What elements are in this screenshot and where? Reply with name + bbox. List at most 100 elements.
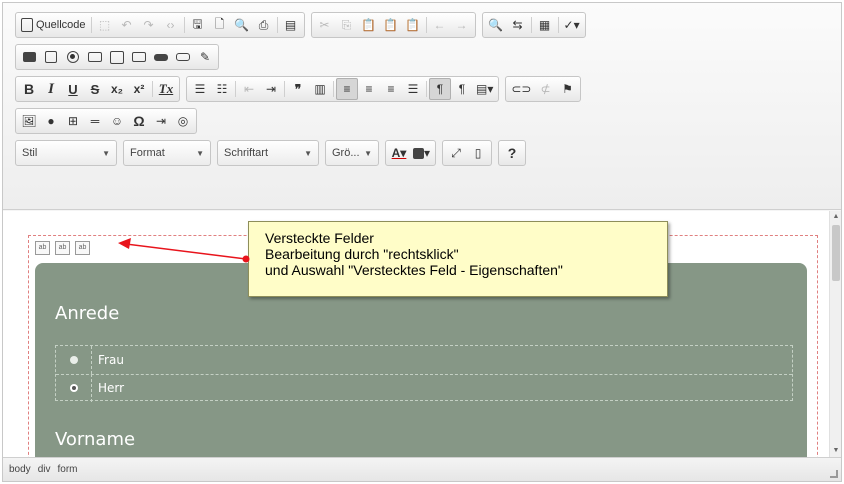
paste-icon[interactable]: 📋 (358, 14, 380, 36)
image-button-icon[interactable] (172, 46, 194, 68)
hidden-field-marker[interactable]: ab (55, 241, 70, 255)
save-icon[interactable]: 🖫 (187, 14, 209, 36)
font-combo-label: Schriftart (224, 147, 269, 159)
text-field-icon[interactable] (84, 46, 106, 68)
bold-button[interactable]: B (18, 78, 40, 100)
style-combo-label: Stil (22, 147, 38, 159)
smiley-icon[interactable]: ☺ (106, 110, 128, 132)
redo-icon[interactable]: → (451, 14, 473, 36)
size-combo[interactable]: Grö... ▼ (325, 140, 379, 166)
radio-herr[interactable] (69, 384, 78, 392)
align-left-icon[interactable]: ≡ (336, 78, 358, 100)
vertical-scrollbar[interactable]: ▲ ▼ (829, 211, 841, 457)
resize-handle-icon[interactable] (830, 470, 838, 478)
new-page-icon[interactable]: 🗋 (209, 14, 231, 36)
format-combo[interactable]: Format ▼ (123, 140, 211, 166)
radio-label: Frau (98, 353, 124, 367)
chevron-down-icon: ▼ (304, 148, 312, 158)
language-icon[interactable]: ▤▾ (473, 78, 496, 100)
spellcheck-icon[interactable]: ✓▾ (561, 14, 583, 36)
scroll-down-icon[interactable]: ▼ (830, 445, 842, 457)
find-icon[interactable]: 🔍 (485, 14, 507, 36)
align-center-icon[interactable]: ≡ (358, 78, 380, 100)
radio-row[interactable]: Herr (56, 374, 792, 402)
callout-line-2: Bearbeitung durch "rechtsklick" (265, 246, 459, 262)
style-combo[interactable]: Stil ▼ (15, 140, 117, 166)
print-icon[interactable]: ⎙ (253, 14, 275, 36)
outdent-icon[interactable]: ⇤ (238, 78, 260, 100)
button-field-icon[interactable] (150, 46, 172, 68)
source-button[interactable]: Quellcode (18, 14, 89, 36)
hidden-field-marker[interactable]: ab (35, 241, 50, 255)
size-combo-label: Grö... (332, 147, 360, 159)
bg-color-icon[interactable]: ▾ (410, 142, 433, 164)
annotation-callout: Versteckte Felder Bearbeitung durch "rec… (248, 221, 668, 297)
toolbar-row-3: B I U S x₂ x² Tx ☰ ☷ ⇤ ⇥ ❞ ▥ ≡ ≡ ≡ ☰ ¶ ¶… (15, 75, 587, 103)
toolbar-row-5: Stil ▼ Format ▼ Schriftart ▼ Grö... ▼ A▾… (15, 139, 532, 167)
text-rtl-icon[interactable]: ¶ (451, 78, 473, 100)
align-right-icon[interactable]: ≡ (380, 78, 402, 100)
undo-icon[interactable]: ← (429, 14, 451, 36)
hidden-field-marker[interactable]: ab (75, 241, 90, 255)
element-path-bar: body div form (3, 457, 841, 481)
numbered-list-icon[interactable]: ☰ (189, 78, 211, 100)
hidden-field-icon[interactable]: ✎ (194, 46, 216, 68)
show-blocks-icon[interactable]: ▯ (467, 142, 489, 164)
flash-icon[interactable]: ● (40, 110, 62, 132)
scroll-up-icon[interactable]: ▲ (830, 211, 842, 223)
path-crumb[interactable]: form (57, 464, 77, 475)
text-ltr-icon[interactable]: ¶ (429, 78, 451, 100)
redo-disabled-icon[interactable]: ↷ (138, 14, 160, 36)
subscript-button[interactable]: x₂ (106, 78, 128, 100)
replace-icon[interactable]: ⇆ (507, 14, 529, 36)
forms-group: ✎ (15, 44, 219, 70)
select-all-doc-icon[interactable]: ▦ (534, 14, 556, 36)
code-icon[interactable]: ‹› (160, 14, 182, 36)
select-field-icon[interactable] (128, 46, 150, 68)
align-justify-icon[interactable]: ☰ (402, 78, 424, 100)
textarea-icon[interactable] (106, 46, 128, 68)
help-button[interactable]: ? (501, 142, 523, 164)
image-icon[interactable]: 🖼 (18, 110, 40, 132)
undo-disabled-icon[interactable]: ↶ (116, 14, 138, 36)
radio-icon[interactable] (62, 46, 84, 68)
callout-line-1: Versteckte Felder (265, 230, 374, 246)
chevron-down-icon: ▼ (102, 148, 110, 158)
div-container-icon[interactable]: ▥ (309, 78, 331, 100)
form-icon[interactable] (18, 46, 40, 68)
text-color-icon[interactable]: A▾ (388, 142, 410, 164)
page-break-icon[interactable]: ⇥ (150, 110, 172, 132)
blockquote-icon[interactable]: ❞ (287, 78, 309, 100)
cut-icon[interactable]: ✂ (314, 14, 336, 36)
link-icon[interactable]: ⊂⊃ (508, 78, 534, 100)
underline-button[interactable]: U (62, 78, 84, 100)
unlink-icon[interactable]: ⊄ (534, 78, 556, 100)
italic-button[interactable]: I (40, 78, 62, 100)
path-crumb[interactable]: div (38, 464, 51, 475)
templates-icon[interactable]: ▤ (280, 14, 302, 36)
scroll-thumb[interactable] (832, 225, 840, 281)
remove-format-button[interactable]: Tx (155, 78, 177, 100)
indent-icon[interactable]: ⇥ (260, 78, 282, 100)
checkbox-icon[interactable] (40, 46, 62, 68)
strike-button[interactable]: S (84, 78, 106, 100)
superscript-button[interactable]: x² (128, 78, 150, 100)
path-crumb[interactable]: body (9, 464, 31, 475)
source-group: Quellcode ⬚ ↶ ↷ ‹› 🖫 🗋 🔍 ⎙ ▤ (15, 12, 305, 38)
iframe-icon[interactable]: ◎ (172, 110, 194, 132)
preview-icon[interactable]: 🔍 (231, 14, 253, 36)
maximize-icon[interactable]: ⤢ (445, 142, 467, 164)
radio-frau[interactable] (69, 356, 78, 364)
table-icon[interactable]: ⊞ (62, 110, 84, 132)
paste-text-icon[interactable]: 📋 (380, 14, 402, 36)
paste-word-icon[interactable]: 📋 (402, 14, 424, 36)
font-combo[interactable]: Schriftart ▼ (217, 140, 319, 166)
find-group: 🔍 ⇆ ▦ ✓▾ (481, 12, 586, 38)
anchor-icon[interactable]: ⚑ (556, 78, 578, 100)
select-all-icon[interactable]: ⬚ (94, 14, 116, 36)
special-char-icon[interactable]: Ω (128, 110, 150, 132)
horizontal-rule-icon[interactable]: ═ (84, 110, 106, 132)
bulleted-list-icon[interactable]: ☷ (211, 78, 233, 100)
radio-row[interactable]: Frau (56, 346, 792, 374)
copy-icon[interactable]: ⎘ (336, 14, 358, 36)
